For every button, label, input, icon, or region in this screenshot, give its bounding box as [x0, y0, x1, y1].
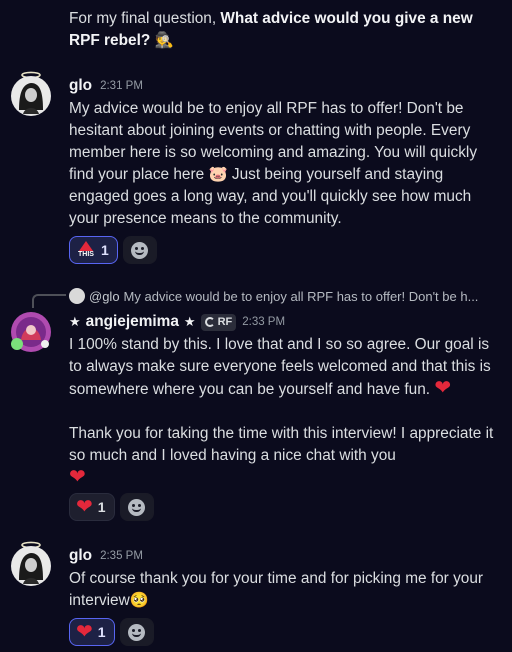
this-arrow-icon: THIS [76, 241, 96, 259]
reaction-heart[interactable]: ❤ 1 [69, 493, 115, 521]
reaction-count: 1 [101, 242, 109, 258]
timestamp: 2:31 PM [100, 80, 143, 92]
detective-emoji-icon: 🕵️ [154, 32, 174, 49]
moon-icon [204, 317, 215, 327]
message-text-2: Thank you for taking the time with this … [69, 423, 498, 490]
star-icon: ★ [69, 314, 81, 329]
reaction-heart[interactable]: ❤ 1 [69, 618, 115, 646]
reply-avatar [69, 288, 85, 304]
server-tag-label: RF [217, 316, 233, 328]
reactions: THIS 1 [69, 236, 498, 264]
heart-emoji-icon: ❤ [69, 466, 86, 488]
pig-emoji-icon: 🐷 [208, 166, 228, 183]
username[interactable]: glo [69, 547, 92, 565]
message-header: glo 2:31 PM [69, 75, 498, 97]
reactions: ❤ 1 [69, 493, 498, 521]
reaction-this-label: THIS [78, 251, 94, 258]
message-header: glo 2:35 PM [69, 545, 498, 567]
avatar[interactable] [11, 541, 51, 586]
reactions: ❤ 1 [69, 618, 498, 646]
message-text: My advice would be to enjoy all RPF has … [69, 98, 498, 230]
message-text: I 100% stand by this. I love that and I … [69, 334, 498, 401]
avatar[interactable] [11, 71, 51, 116]
smiley-add-icon [128, 623, 146, 641]
pleading-face-emoji-icon: 🥺 [129, 592, 149, 609]
reaction-count: 1 [97, 499, 106, 515]
smiley-add-icon [131, 241, 149, 259]
star-icon: ★ [183, 314, 196, 329]
heart-icon: ❤ [76, 621, 93, 643]
message-header: ★ angiejemima ★ RF 2:33 PM [69, 311, 498, 333]
username[interactable]: angiejemima [86, 313, 179, 331]
reaction-count: 1 [97, 624, 106, 640]
reaction-this[interactable]: THIS 1 [69, 236, 118, 264]
server-tag[interactable]: RF [200, 313, 237, 331]
timestamp: 2:33 PM [242, 316, 286, 328]
reply-text: My advice would be to enjoy all RPF has … [123, 288, 479, 304]
avatar[interactable] [11, 312, 51, 352]
intro-prefix: For my final question, [69, 10, 221, 27]
heart-icon: ❤ [76, 496, 93, 518]
username[interactable]: glo [69, 77, 92, 95]
reply-preview[interactable]: @glo My advice would be to enjoy all RPF… [69, 288, 492, 304]
message-text-c: Thank you for taking the time with this … [69, 425, 494, 464]
timestamp: 2:35 PM [100, 550, 143, 562]
intro-text: For my final question, What advice would… [69, 8, 498, 52]
add-reaction-button[interactable] [122, 236, 157, 264]
message-text-a: I 100% stand by this. I love that and I … [69, 336, 491, 398]
message-text: Of course thank you for your time and fo… [69, 568, 498, 612]
smiley-add-icon [128, 498, 146, 516]
reply-connector [32, 294, 66, 308]
heart-emoji-icon: ❤ [434, 377, 452, 399]
add-reaction-button[interactable] [119, 493, 154, 521]
reply-author: @glo [89, 288, 120, 304]
add-reaction-button[interactable] [119, 618, 154, 646]
